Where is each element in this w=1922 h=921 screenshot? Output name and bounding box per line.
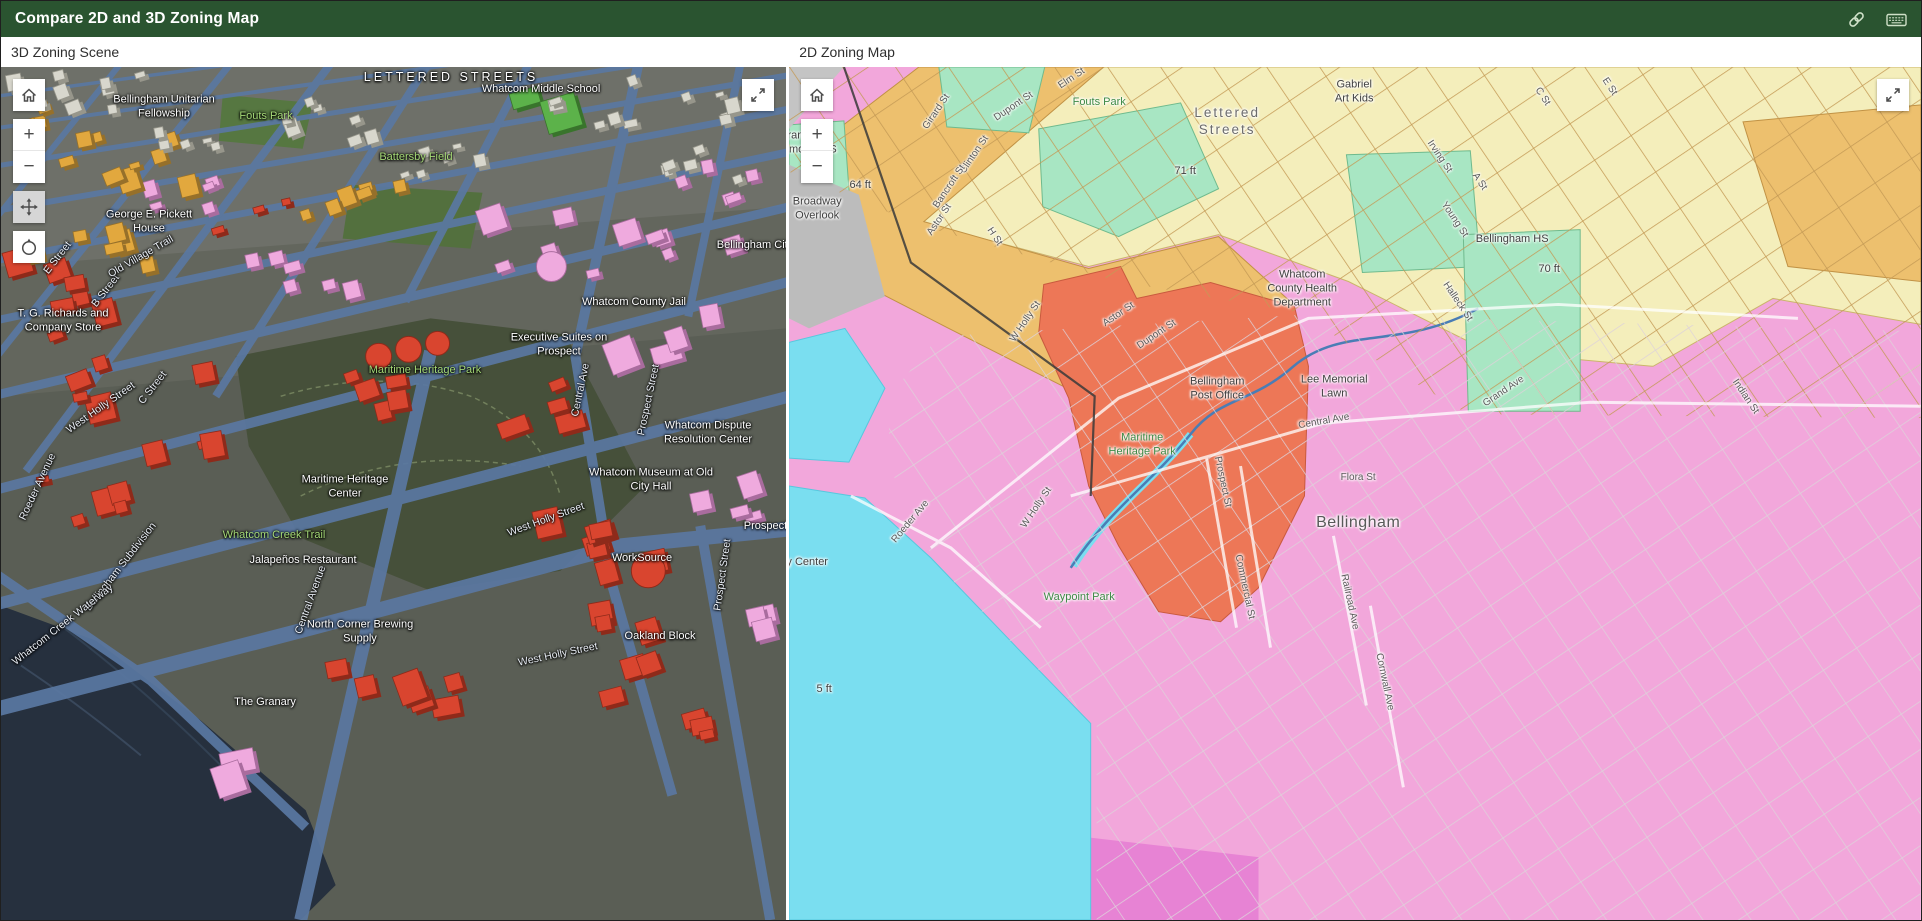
zoning-compare-app: Compare 2D and 3D Zoning Map 3D Zoning S…	[0, 0, 1922, 921]
app-title: Compare 2D and 3D Zoning Map	[15, 10, 260, 27]
panel-3d: 3D Zoning Scene LETTERED STREETS Whatcom…	[1, 37, 787, 920]
pan-tool-button[interactable]	[13, 191, 45, 223]
app-header: Compare 2D and 3D Zoning Map	[1, 1, 1921, 37]
panel-2d: 2D Zoning Map Gabriel Art Kids Lettered …	[789, 37, 1922, 920]
map-2d-view[interactable]: Gabriel Art Kids Lettered Streets Fouts Pa…	[789, 67, 1922, 920]
header-actions	[1847, 10, 1907, 29]
compass-icon[interactable]	[13, 231, 45, 263]
home-button[interactable]	[801, 79, 834, 111]
panel-3d-title: 3D Zoning Scene	[1, 37, 787, 67]
map-2d-canvas[interactable]	[789, 67, 1922, 920]
scene-3d-controls: + −	[13, 79, 45, 263]
panel-2d-title: 2D Zoning Map	[789, 37, 1922, 67]
home-button[interactable]	[13, 79, 45, 111]
zoom-out-button[interactable]: −	[801, 151, 834, 183]
scene-3d-canvas[interactable]	[1, 67, 787, 920]
zoom-out-button[interactable]: −	[13, 151, 45, 183]
link-icon[interactable]	[1847, 10, 1866, 29]
zoom-in-button[interactable]: +	[13, 119, 45, 151]
keyboard-icon[interactable]	[1886, 11, 1907, 28]
split-view: 3D Zoning Scene LETTERED STREETS Whatcom…	[1, 37, 1922, 920]
zoom-in-button[interactable]: +	[801, 119, 834, 151]
scene-3d-view[interactable]: LETTERED STREETS Whatcom Middle School Bel…	[1, 67, 787, 920]
expand-icon[interactable]	[742, 79, 775, 111]
map-2d-controls: + −	[801, 79, 834, 183]
expand-icon[interactable]	[1877, 79, 1910, 111]
